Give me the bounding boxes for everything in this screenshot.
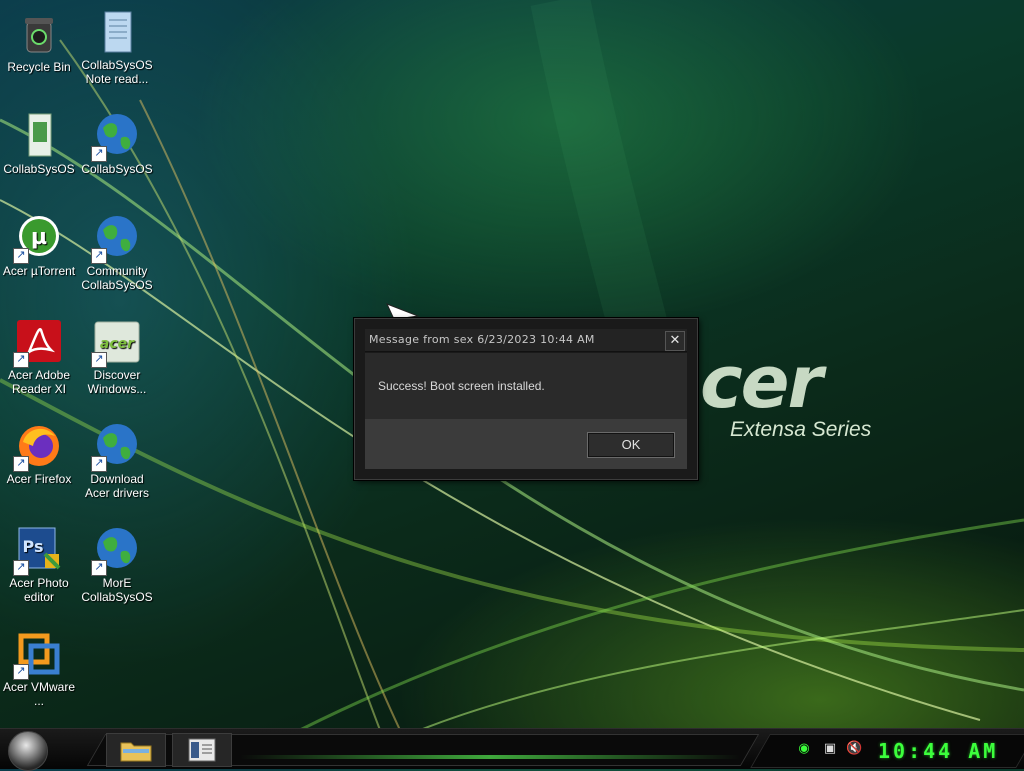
shortcut-arrow-icon: ↗ xyxy=(91,248,107,264)
ok-button[interactable]: OK xyxy=(587,432,675,458)
recycle-bin-icon xyxy=(15,10,63,58)
desktop-icon-community[interactable]: ↗ Community CollabSysOS xyxy=(78,214,156,292)
close-button[interactable]: ✕ xyxy=(665,331,685,351)
desktop-icon-recycle-bin[interactable]: Recycle Bin xyxy=(0,10,78,74)
taskbar: ◉ ▣ 🔇 10:44 AM xyxy=(0,728,1024,771)
taskbar-file-explorer[interactable] xyxy=(106,733,166,767)
icon-label: Acer Firefox xyxy=(6,472,72,486)
shortcut-arrow-icon: ↗ xyxy=(13,560,29,576)
shortcut-arrow-icon: ↗ xyxy=(91,456,107,472)
shortcut-arrow-icon: ↗ xyxy=(91,146,107,162)
action-center-icon[interactable]: ◉ xyxy=(796,741,812,757)
desktop-icon-vmware[interactable]: ↗ Acer VMware ... xyxy=(0,630,78,708)
app-icon xyxy=(15,112,63,160)
globe-icon: ↗ xyxy=(91,422,141,472)
network-icon[interactable]: ▣ xyxy=(822,741,838,757)
desktop-icon-discover-windows[interactable]: acer ↗ Discover Windows... xyxy=(78,318,156,396)
icon-label: Community CollabSysOS xyxy=(81,264,153,292)
desktop-icon-firefox[interactable]: ↗ Acer Firefox xyxy=(0,422,78,486)
shortcut-arrow-icon: ↗ xyxy=(91,352,107,368)
desktop-icon-collabsysos-app[interactable]: CollabSysOS xyxy=(0,112,78,176)
dialog-title: Message from sex 6/23/2023 10:44 AM xyxy=(369,333,595,346)
icon-label: Acer µTorrent xyxy=(2,264,76,278)
icon-label: Acer Adobe Reader XI xyxy=(7,368,71,396)
taskbar-clock[interactable]: 10:44 AM xyxy=(878,739,998,763)
desktop-icon-collabsysos-web[interactable]: ↗ CollabSysOS xyxy=(78,112,156,176)
start-button[interactable] xyxy=(8,731,48,771)
dialog-body: Success! Boot screen installed. xyxy=(365,353,687,419)
shortcut-arrow-icon: ↗ xyxy=(13,456,29,472)
dialog-titlebar[interactable]: Message from sex 6/23/2023 10:44 AM ✕ xyxy=(365,329,687,352)
globe-icon: ↗ xyxy=(91,526,141,576)
task-lane-accent xyxy=(240,755,740,759)
icon-label: Acer Photo editor xyxy=(9,576,69,604)
acer-brand: cer Extensa Series xyxy=(700,340,871,441)
desktop-icon-adobe-reader[interactable]: ↗ Acer Adobe Reader XI xyxy=(0,318,78,396)
globe-icon: ↗ xyxy=(91,112,141,162)
adobe-reader-icon: ↗ xyxy=(13,318,63,368)
shortcut-arrow-icon: ↗ xyxy=(13,248,29,264)
svg-text:µ: µ xyxy=(31,225,47,250)
icon-label: Recycle Bin xyxy=(7,60,71,74)
dialog-footer: OK xyxy=(365,419,687,469)
acer-discover-icon: acer ↗ xyxy=(91,318,141,368)
utorrent-icon: µ ↗ xyxy=(13,214,63,264)
desktop-icon-utorrent[interactable]: µ ↗ Acer µTorrent xyxy=(0,214,78,278)
desktop-icon-photo-editor[interactable]: Ps ↗ Acer Photo editor xyxy=(0,526,78,604)
icon-label: CollabSysOS xyxy=(3,162,75,176)
shortcut-arrow-icon: ↗ xyxy=(13,352,29,368)
icon-label: Download Acer drivers xyxy=(84,472,149,500)
icon-label: CollabSysOS Note read... xyxy=(81,58,153,86)
shortcut-arrow-icon: ↗ xyxy=(91,560,107,576)
dialog-message: Success! Boot screen installed. xyxy=(378,379,545,393)
acer-logo-text: cer xyxy=(700,340,823,424)
svg-text:Ps: Ps xyxy=(23,537,44,556)
vmware-icon: ↗ xyxy=(13,630,63,680)
icon-label: Acer VMware ... xyxy=(2,680,76,708)
document-window-icon xyxy=(188,738,216,762)
notepad-icon xyxy=(93,8,141,56)
icon-label: MorE CollabSysOS xyxy=(81,576,153,604)
shortcut-arrow-icon: ↗ xyxy=(13,664,29,680)
firefox-icon: ↗ xyxy=(13,422,63,472)
taskbar-notepad[interactable] xyxy=(172,733,232,767)
icon-label: CollabSysOS xyxy=(81,162,153,176)
icon-label: Discover Windows... xyxy=(87,368,147,396)
desktop-icon-download-drivers[interactable]: ↗ Download Acer drivers xyxy=(78,422,156,500)
svg-text:acer: acer xyxy=(100,336,135,352)
desktop-icon-more-collabsysos[interactable]: ↗ MorE CollabSysOS xyxy=(78,526,156,604)
folder-icon xyxy=(120,742,152,762)
desktop-icon-note-readme[interactable]: CollabSysOS Note read... xyxy=(78,8,156,86)
extensa-series-text: Extensa Series xyxy=(730,418,872,441)
message-dialog: Message from sex 6/23/2023 10:44 AM ✕ Su… xyxy=(354,318,698,480)
close-icon: ✕ xyxy=(669,333,681,348)
globe-icon: ↗ xyxy=(91,214,141,264)
volume-muted-icon[interactable]: 🔇 xyxy=(846,741,862,757)
photoshop-icon: Ps ↗ xyxy=(13,526,63,576)
